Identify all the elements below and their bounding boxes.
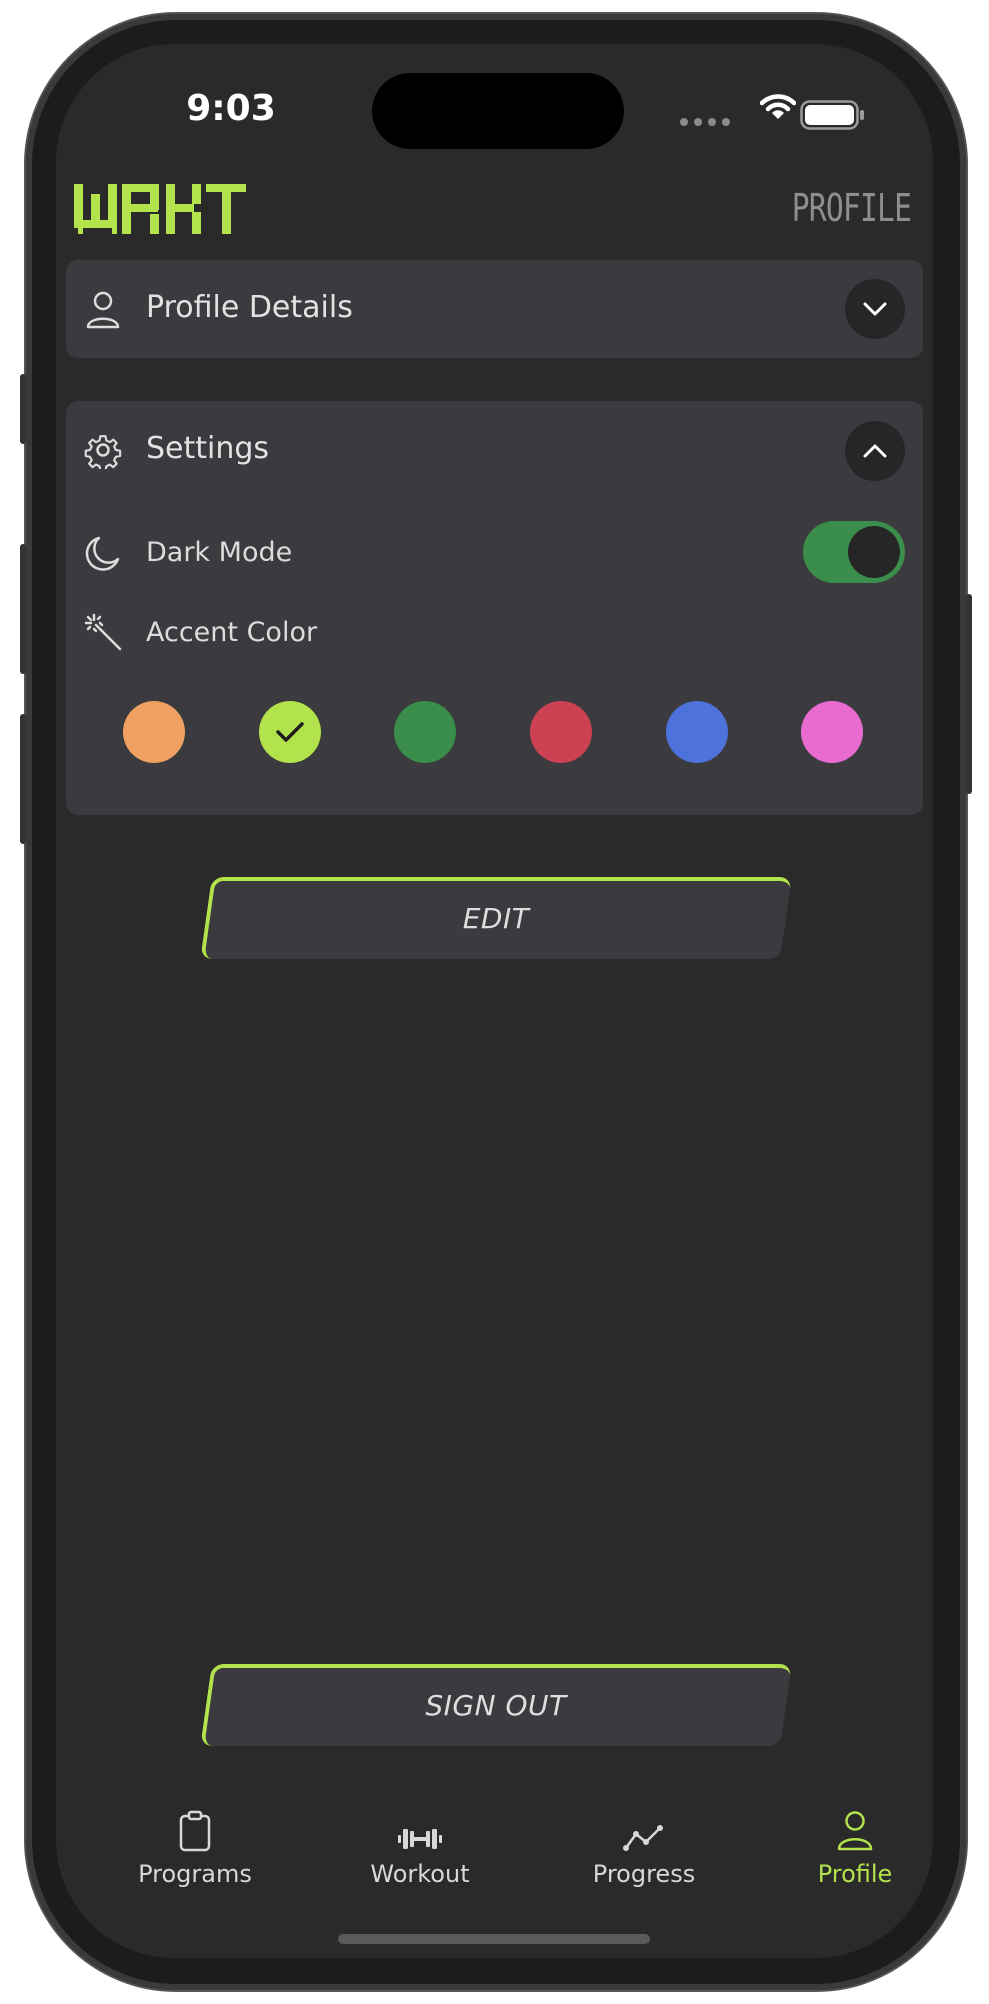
wrkt-logo: [74, 184, 246, 234]
edit-button-label: EDIT: [462, 901, 530, 935]
tab-progress[interactable]: Progress: [564, 1796, 724, 1888]
power-button: [966, 594, 972, 794]
dumbbell-icon: [398, 1829, 442, 1849]
gear-icon: [84, 435, 122, 469]
battery-icon: [800, 100, 864, 130]
accent-swatch-pink[interactable]: [801, 701, 863, 763]
sign-out-button-label: SIGN OUT: [425, 1688, 567, 1722]
magic-wand-icon: [84, 613, 122, 651]
tab-progress-label: Progress: [592, 1860, 696, 1888]
accent-color-label: Accent Color: [146, 617, 318, 648]
dark-mode-toggle[interactable]: [803, 521, 905, 583]
profile-details-title: Profile Details: [146, 290, 353, 325]
collapse-settings-button[interactable]: [845, 421, 905, 481]
chart-line-icon: [623, 1825, 663, 1851]
settings-section: Settings Dark Mode Accent Color: [66, 401, 923, 815]
bottom-tab-bar: Programs Workout Progress Profile: [56, 1796, 933, 1906]
tab-workout[interactable]: Workout: [340, 1796, 500, 1888]
wifi-icon: [760, 94, 796, 119]
volume-down-button: [20, 714, 26, 844]
dynamic-island: [372, 73, 624, 149]
action-button: [20, 374, 26, 444]
dark-mode-label: Dark Mode: [146, 537, 293, 568]
accent-swatch-green[interactable]: [394, 701, 456, 763]
chevron-up-icon: [863, 444, 887, 458]
cellular-signal-icon: [680, 118, 730, 126]
tab-programs-label: Programs: [138, 1860, 252, 1888]
accent-swatch-blue[interactable]: [666, 701, 728, 763]
clipboard-icon: [179, 1810, 211, 1852]
checkmark-icon: [276, 722, 304, 742]
person-icon: [837, 1811, 873, 1851]
tab-workout-label: Workout: [370, 1860, 470, 1888]
person-icon: [86, 291, 120, 329]
tab-profile-label: Profile: [817, 1860, 893, 1888]
accent-swatch-red[interactable]: [530, 701, 592, 763]
accent-swatch-orange[interactable]: [123, 701, 185, 763]
tab-programs[interactable]: Programs: [115, 1796, 275, 1888]
home-indicator[interactable]: [338, 1934, 650, 1944]
volume-up-button: [20, 544, 26, 674]
chevron-down-icon: [863, 302, 887, 316]
moon-icon: [85, 536, 120, 571]
expand-profile-details-button[interactable]: [845, 279, 905, 339]
profile-details-section[interactable]: Profile Details: [66, 260, 923, 358]
accent-swatch-lime[interactable]: [259, 701, 321, 763]
sign-out-button[interactable]: SIGN OUT: [200, 1664, 792, 1746]
edit-button[interactable]: EDIT: [200, 877, 792, 959]
toggle-knob: [848, 526, 900, 578]
page-title: PROFILE: [791, 186, 912, 230]
settings-title: Settings: [146, 431, 270, 466]
tab-profile[interactable]: Profile: [775, 1796, 933, 1888]
app-screen: 9:03 PROFILE Profile Details Settings Da…: [56, 44, 933, 1958]
status-time: 9:03: [186, 88, 276, 129]
